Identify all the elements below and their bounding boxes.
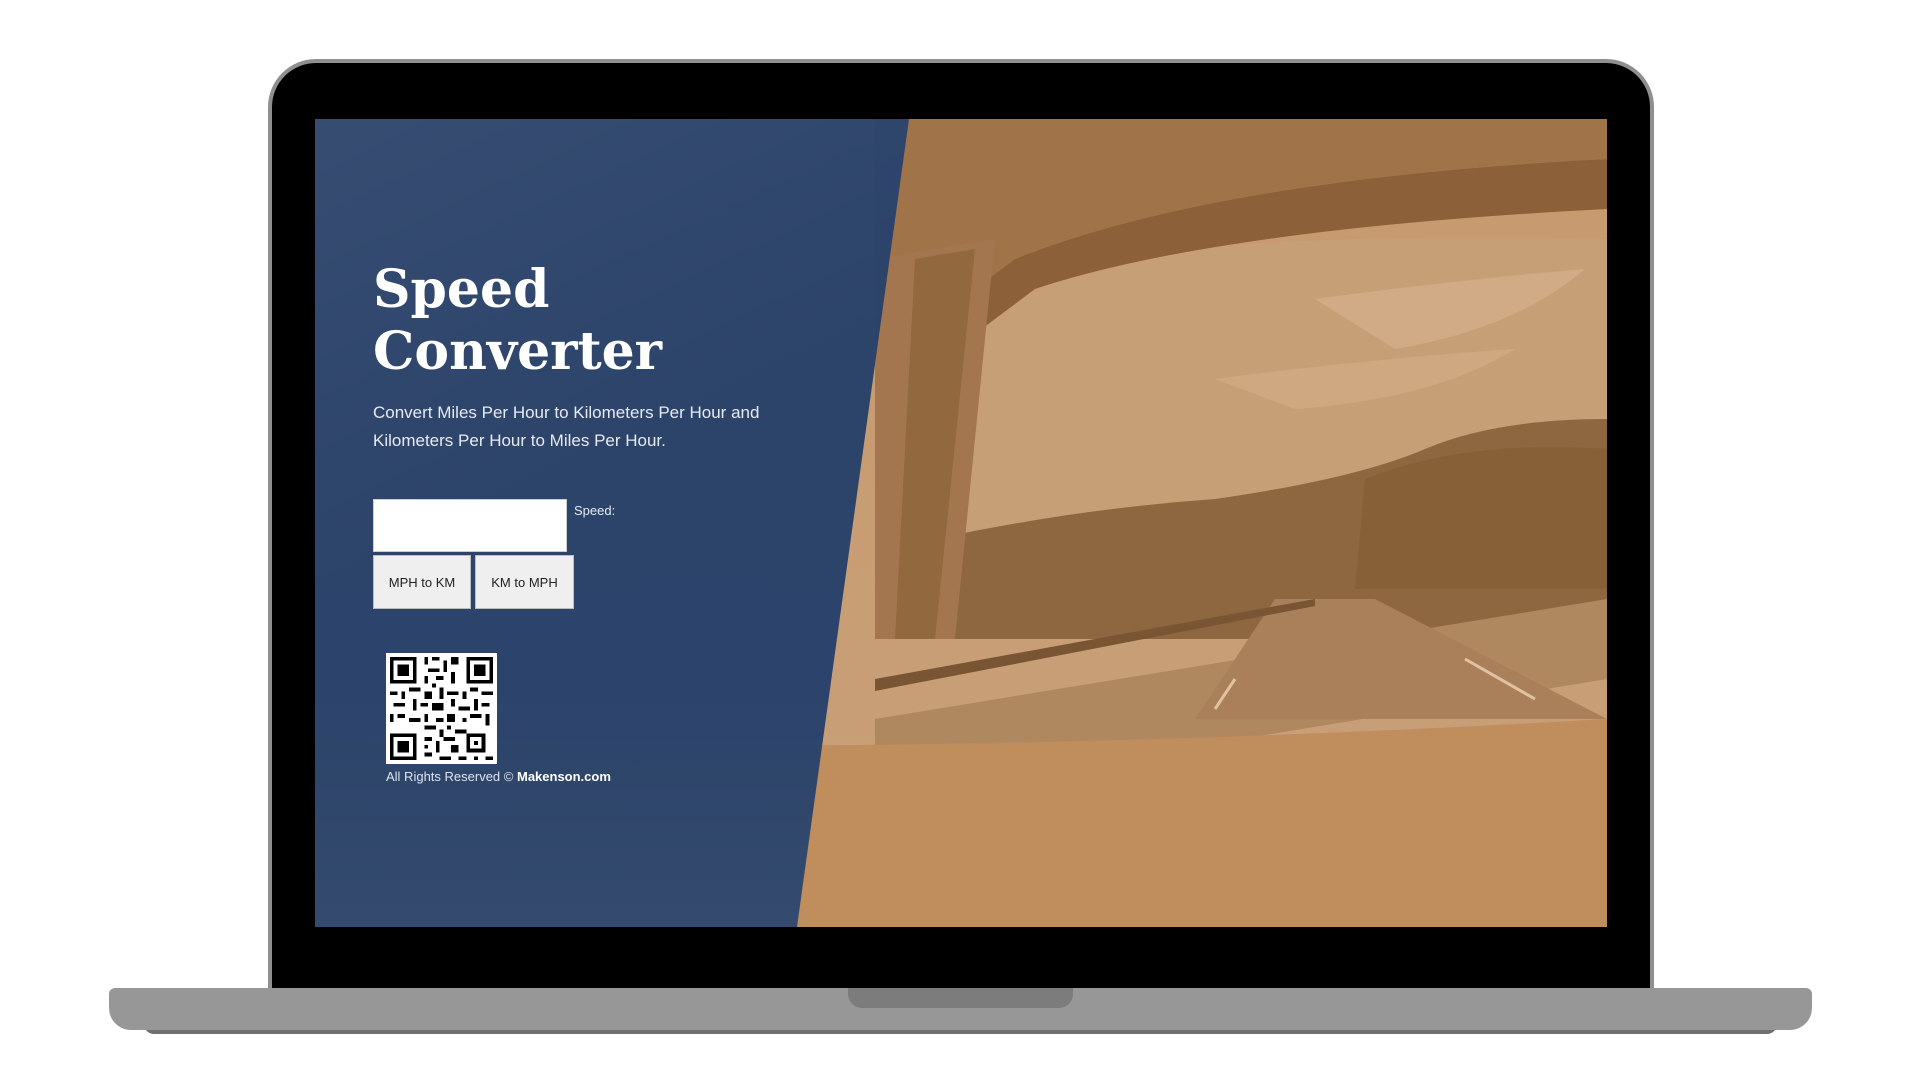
app-screen: Speed Converter Convert Miles Per Hour t… (315, 119, 1607, 927)
footer-copyright: All Rights Reserved © Makenson.com (386, 769, 611, 784)
laptop-base-notch (848, 988, 1073, 1008)
km-to-mph-button[interactable]: KM to MPH (475, 555, 574, 609)
mph-to-km-button[interactable]: MPH to KM (373, 555, 471, 609)
footer-rights-text: All Rights Reserved © (386, 769, 514, 784)
footer-brand-link[interactable]: Makenson.com (517, 769, 611, 784)
qr-code-icon (386, 653, 497, 764)
speed-label: Speed: (574, 503, 616, 518)
page-title: Speed Converter (373, 259, 663, 382)
page-description: Convert Miles Per Hour to Kilometers Per… (373, 403, 760, 450)
speed-input[interactable] (373, 499, 567, 552)
